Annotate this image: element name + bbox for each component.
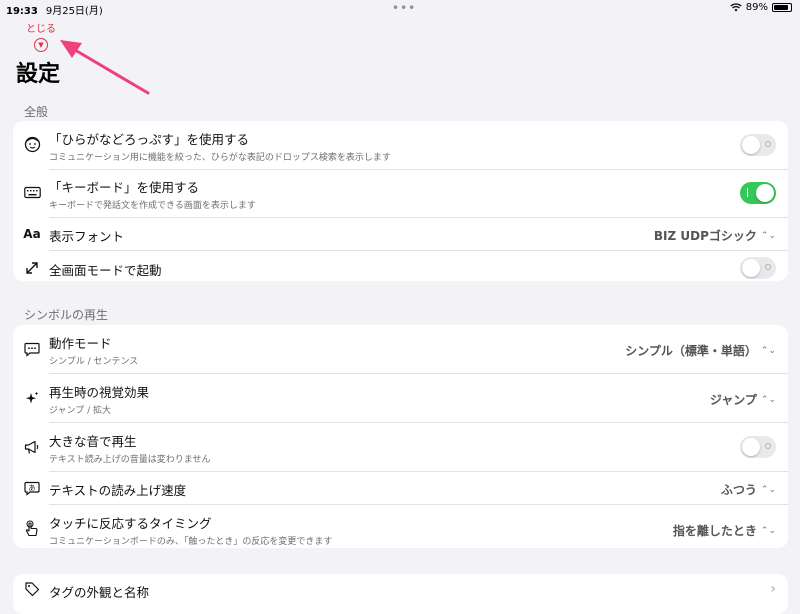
page-title: 設定 <box>16 62 61 87</box>
visual-effect-select[interactable]: ジャンプ ⌃⌄ <box>710 391 776 408</box>
updown-chevron-icon: ⌃⌄ <box>760 394 776 405</box>
speech-speed-value: ふつう <box>720 483 757 497</box>
tag-icon <box>23 580 41 598</box>
svg-text:あ: あ <box>29 484 36 492</box>
close-label: とじる <box>26 24 56 35</box>
visual-effect-value: ジャンプ <box>709 393 757 407</box>
toggle-knob <box>756 184 774 202</box>
toggle-mark <box>747 188 748 197</box>
sparkles-icon <box>23 389 41 407</box>
row-loud-playback[interactable]: 大きな音で再生 テキスト読み上げの音量は変わりません <box>24 423 788 472</box>
status-time: 19:33 <box>6 6 38 17</box>
face-icon <box>23 135 41 153</box>
status-bar: 19:33 9月25日(月) ••• 89% <box>0 0 800 17</box>
row-subtitle: キーボードで発話文を作成できる画面を表示します <box>49 201 256 211</box>
row-subtitle: コミュニケーション用に機能を絞った、ひらがな表記のドロップス検索を表示します <box>49 153 391 163</box>
status-date: 9月25日(月) <box>45 6 103 17</box>
section-header-general: 全般 <box>24 105 49 119</box>
toggle-mark <box>765 264 771 270</box>
row-subtitle: ジャンプ / 拡大 <box>49 406 112 416</box>
chevron-down-circle-icon: ▼ <box>34 38 48 52</box>
row-label: 動作モード <box>49 336 112 351</box>
multitasking-dots-icon[interactable]: ••• <box>392 1 416 15</box>
chevron-right-icon: › <box>770 581 776 597</box>
megaphone-icon <box>23 438 41 456</box>
operation-mode-value: シンプル（標準・単語） <box>625 344 757 358</box>
speech-a-icon: あ <box>23 479 41 497</box>
row-label: 全画面モードで起動 <box>49 263 162 278</box>
expand-arrows-icon <box>23 259 41 277</box>
touch-timing-select[interactable]: 指を離したとき ⌃⌄ <box>673 522 776 539</box>
settings-group-general: 「ひらがなどろっぷす」を使用する コミュニケーション用に機能を絞った、ひらがな表… <box>13 121 788 281</box>
status-time-date: 19:33 9月25日(月) <box>6 2 103 17</box>
section-header-playback: シンボルの再生 <box>24 308 109 322</box>
status-right: 89% <box>730 2 792 13</box>
row-subtitle: シンプル / センテンス <box>49 357 139 367</box>
toggle-fullscreen[interactable] <box>740 257 776 279</box>
toggle-mark <box>765 141 771 147</box>
toggle-mark <box>765 443 771 449</box>
updown-chevron-icon: ⌃⌄ <box>760 484 776 495</box>
close-button[interactable]: とじる ▼ <box>24 20 58 52</box>
toggle-hiragana-drops[interactable] <box>740 134 776 156</box>
speech-speed-select[interactable]: ふつう ⌃⌄ <box>721 481 776 498</box>
row-fullscreen[interactable]: 全画面モードで起動 <box>26 251 788 281</box>
wifi-icon <box>730 3 742 12</box>
hand-tap-icon <box>23 519 41 537</box>
row-label: タグの外観と名称 <box>49 585 150 600</box>
row-subtitle: テキスト読み上げの音量は変わりません <box>49 455 211 465</box>
row-visual-effect[interactable]: 再生時の視覚効果 ジャンプ / 拡大 ジャンプ ⌃⌄ <box>26 374 788 423</box>
row-label: 大きな音で再生 <box>49 434 137 449</box>
settings-group-playback: 動作モード シンプル / センテンス シンプル（標準・単語） ⌃⌄ 再生時の視覚効… <box>13 325 788 548</box>
font-aa-icon: Aa <box>23 227 41 241</box>
row-subtitle: コミュニケーションボードのみ、「触ったとき」の反応を変更できます <box>49 537 333 547</box>
row-keyboard[interactable]: 「キーボード」を使用する キーボードで発話文を作成できる画面を表示します <box>23 170 788 218</box>
updown-chevron-icon: ⌃⌄ <box>760 525 776 536</box>
battery-percent: 89% <box>745 2 768 13</box>
row-label: 「ひらがなどろっぷす」を使用する <box>49 132 250 147</box>
keyboard-icon <box>23 183 41 201</box>
font-value: BIZ UDPゴシック <box>653 229 757 243</box>
row-hiragana-drops[interactable]: 「ひらがなどろっぷす」を使用する コミュニケーション用に機能を絞った、ひらがな表… <box>24 121 788 170</box>
battery-fill <box>774 5 789 10</box>
row-operation-mode[interactable]: 動作モード シンプル / センテンス シンプル（標準・単語） ⌃⌄ <box>24 325 788 374</box>
operation-mode-select[interactable]: シンプル（標準・単語） ⌃⌄ <box>625 342 776 359</box>
row-label: タッチに反応するタイミング <box>49 516 212 531</box>
battery-icon <box>772 3 792 12</box>
row-label: 再生時の視覚効果 <box>49 385 150 400</box>
row-label: テキストの読み上げ速度 <box>49 483 187 498</box>
updown-chevron-icon: ⌃⌄ <box>760 230 776 241</box>
touch-timing-value: 指を離したとき <box>672 524 757 538</box>
row-touch-timing[interactable]: タッチに反応するタイミング コミュニケーションボードのみ、「触ったとき」の反応を… <box>25 505 788 548</box>
toggle-knob <box>742 438 760 456</box>
toggle-knob <box>742 259 760 277</box>
row-label: 表示フォント <box>49 229 125 244</box>
row-speech-speed[interactable]: あ テキストの読み上げ速度 ふつう ⌃⌄ <box>24 472 788 505</box>
row-display-font[interactable]: Aa 表示フォント BIZ UDPゴシック ⌃⌄ <box>23 218 788 251</box>
toggle-keyboard[interactable] <box>740 182 776 204</box>
speech-bubble-icon <box>23 340 41 358</box>
row-label: 「キーボード」を使用する <box>49 180 200 195</box>
row-tag-appearance[interactable]: タグの外観と名称 › <box>25 574 788 614</box>
font-select[interactable]: BIZ UDPゴシック ⌃⌄ <box>654 227 776 244</box>
toggle-loud-playback[interactable] <box>740 436 776 458</box>
toggle-knob <box>742 136 760 154</box>
settings-group-tags: タグの外観と名称 › <box>13 574 788 614</box>
updown-chevron-icon: ⌃⌄ <box>760 345 776 356</box>
